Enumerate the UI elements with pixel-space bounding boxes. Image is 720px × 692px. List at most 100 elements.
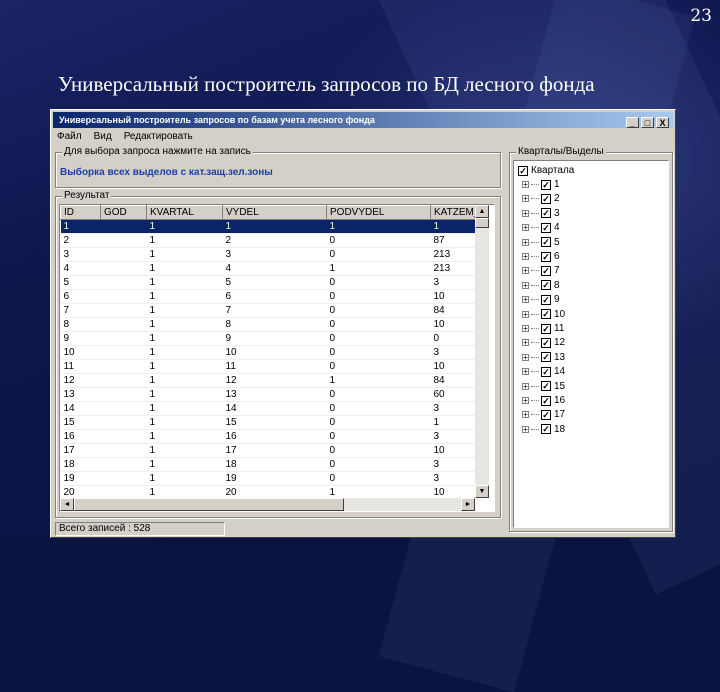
tree-root[interactable]: ✓ Квартала	[518, 164, 574, 177]
tree-item[interactable]: + ✓ 13	[522, 351, 565, 364]
tree-connector	[531, 400, 539, 401]
expand-icon[interactable]: +	[522, 253, 529, 261]
expand-icon[interactable]: +	[522, 325, 529, 333]
column-header[interactable]: ID	[60, 205, 101, 220]
tree-item[interactable]: + ✓ 16	[522, 394, 565, 407]
column-header[interactable]: PODVYDEL	[326, 205, 431, 220]
expand-icon[interactable]: +	[522, 267, 529, 275]
table-row[interactable]: 91900	[60, 331, 483, 346]
checkbox-checked-icon[interactable]: ✓	[541, 237, 551, 248]
table-row[interactable]: 16 1 16 0 3	[60, 429, 483, 444]
table-row[interactable]: 14 1 14 0 3	[60, 401, 483, 416]
checkbox-checked-icon[interactable]: ✓	[541, 381, 551, 392]
horizontal-scrollbar[interactable]: ◄ ►	[60, 498, 475, 511]
menu-file[interactable]: Файл	[55, 130, 84, 144]
checkbox-checked-icon[interactable]: ✓	[541, 265, 551, 276]
checkbox-checked-icon[interactable]: ✓	[541, 309, 551, 320]
table-row[interactable]: 15 1 15 0 1	[60, 415, 483, 430]
checkbox-checked-icon[interactable]: ✓	[541, 337, 551, 348]
table-row[interactable]: 13 1 13 0 60	[60, 387, 483, 402]
tree-item[interactable]: + ✓ 9	[522, 293, 560, 306]
table-row[interactable]: 4 1 4 1 213	[60, 261, 483, 276]
scroll-left-button[interactable]: ◄	[60, 498, 74, 511]
table-row[interactable]: 51503	[60, 275, 483, 290]
tree-item[interactable]: + ✓ 3	[522, 207, 560, 220]
scroll-down-button[interactable]: ▼	[475, 485, 489, 498]
scroll-up-button[interactable]: ▲	[475, 205, 489, 218]
tree-item[interactable]: + ✓ 18	[522, 423, 565, 436]
tree-item[interactable]: + ✓ 15	[522, 380, 565, 393]
expand-icon[interactable]: +	[522, 195, 529, 203]
checkbox-checked-icon[interactable]: ✓	[541, 294, 551, 305]
expand-icon[interactable]: +	[522, 296, 529, 304]
minimize-button[interactable]: _	[626, 117, 639, 128]
expand-icon[interactable]: +	[522, 425, 529, 433]
table-row[interactable]: 8 1 8 0 10	[60, 317, 483, 332]
table-row[interactable]: 18 1 18 0 3	[60, 457, 483, 472]
expand-icon[interactable]: +	[522, 353, 529, 361]
expand-icon[interactable]: +	[522, 224, 529, 232]
table-row[interactable]: 11 1 11 0 10	[60, 359, 483, 374]
tree-item[interactable]: + ✓ 11	[522, 322, 564, 335]
expand-icon[interactable]: +	[522, 411, 529, 419]
table-row[interactable]: 19 1 19 0 3	[60, 471, 483, 486]
expand-icon[interactable]: +	[522, 397, 529, 405]
table-row[interactable]: 7 1 7 0 84	[60, 303, 483, 318]
tree-item[interactable]: + ✓ 5	[522, 236, 560, 249]
checkbox-checked-icon[interactable]: ✓	[541, 395, 551, 406]
tree-item[interactable]: + ✓ 8	[522, 279, 560, 292]
tree-item[interactable]: + ✓ 10	[522, 308, 565, 321]
expand-icon[interactable]: +	[522, 382, 529, 390]
tree-item[interactable]: + ✓ 17	[522, 408, 565, 421]
table-row[interactable]: 17 1 17 0 10	[60, 443, 483, 458]
checkbox-checked-icon[interactable]: ✓	[541, 409, 551, 420]
tree-item[interactable]: + ✓ 14	[522, 365, 565, 378]
kvartal-tree[interactable]: ✓ Квартала + ✓ 1 + ✓ 2 + ✓ 3 + ✓ 4 + ✓ 5 + ✓ 6 + ✓ 7 + ✓ 8 + ✓ 9 + ✓ 10…	[513, 160, 669, 528]
tree-item[interactable]: + ✓ 1	[522, 178, 560, 191]
tree-item[interactable]: + ✓ 4	[522, 221, 560, 234]
table-row[interactable]: 12 1 12 1 84	[60, 373, 483, 388]
hscroll-thumb[interactable]	[74, 498, 344, 511]
checkbox-checked-icon[interactable]: ✓	[541, 193, 551, 204]
expand-icon[interactable]: +	[522, 238, 529, 246]
column-header[interactable]: KVARTAL	[146, 205, 223, 220]
expand-icon[interactable]: +	[522, 209, 529, 217]
checkbox-checked-icon[interactable]: ✓	[541, 179, 551, 190]
column-header[interactable]: VYDEL	[222, 205, 327, 220]
tree-item[interactable]: + ✓ 2	[522, 192, 560, 205]
checkbox-checked-icon[interactable]: ✓	[518, 165, 528, 176]
scroll-right-button[interactable]: ►	[461, 498, 475, 511]
table-cell: 19	[222, 471, 327, 486]
window-titlebar[interactable]: Универсальный построитель запросов по ба…	[53, 112, 673, 128]
maximize-button[interactable]: □	[641, 117, 654, 128]
checkbox-checked-icon[interactable]: ✓	[541, 424, 551, 435]
checkbox-checked-icon[interactable]: ✓	[541, 352, 551, 363]
tree-item[interactable]: + ✓ 6	[522, 250, 560, 263]
checkbox-checked-icon[interactable]: ✓	[541, 251, 551, 262]
checkbox-checked-icon[interactable]: ✓	[541, 280, 551, 291]
tree-item[interactable]: + ✓ 7	[522, 264, 560, 277]
expand-icon[interactable]: +	[522, 339, 529, 347]
table-row[interactable]: 6 1 6 0 10	[60, 289, 483, 304]
vertical-scrollbar[interactable]: ▲ ▼	[475, 205, 489, 498]
checkbox-checked-icon[interactable]: ✓	[541, 323, 551, 334]
table-row[interactable]: 3 1 3 0 213	[60, 247, 483, 262]
table-row[interactable]: 10 1 10 0 3	[60, 345, 483, 360]
expand-icon[interactable]: +	[522, 310, 529, 318]
menu-view[interactable]: Вид	[92, 130, 114, 144]
result-grid[interactable]: ID GOD KVARTAL VYDEL PODVYDEL KATZEM_ 1111121…	[59, 204, 495, 512]
column-header[interactable]: GOD	[100, 205, 147, 220]
table-row[interactable]: 2 1 2 0 87	[60, 233, 483, 248]
expand-icon[interactable]: +	[522, 368, 529, 376]
scroll-thumb[interactable]	[475, 218, 489, 228]
expand-icon[interactable]: +	[522, 181, 529, 189]
checkbox-checked-icon[interactable]: ✓	[541, 222, 551, 233]
close-button[interactable]: X	[656, 117, 669, 128]
tree-item[interactable]: + ✓ 12	[522, 336, 565, 349]
expand-icon[interactable]: +	[522, 281, 529, 289]
checkbox-checked-icon[interactable]: ✓	[541, 208, 551, 219]
checkbox-checked-icon[interactable]: ✓	[541, 366, 551, 377]
table-row[interactable]: 11111	[60, 219, 483, 234]
query-item[interactable]: Выборка всех выделов с кат.защ.зел.зоны	[60, 167, 273, 178]
menu-edit[interactable]: Редактировать	[122, 130, 195, 144]
